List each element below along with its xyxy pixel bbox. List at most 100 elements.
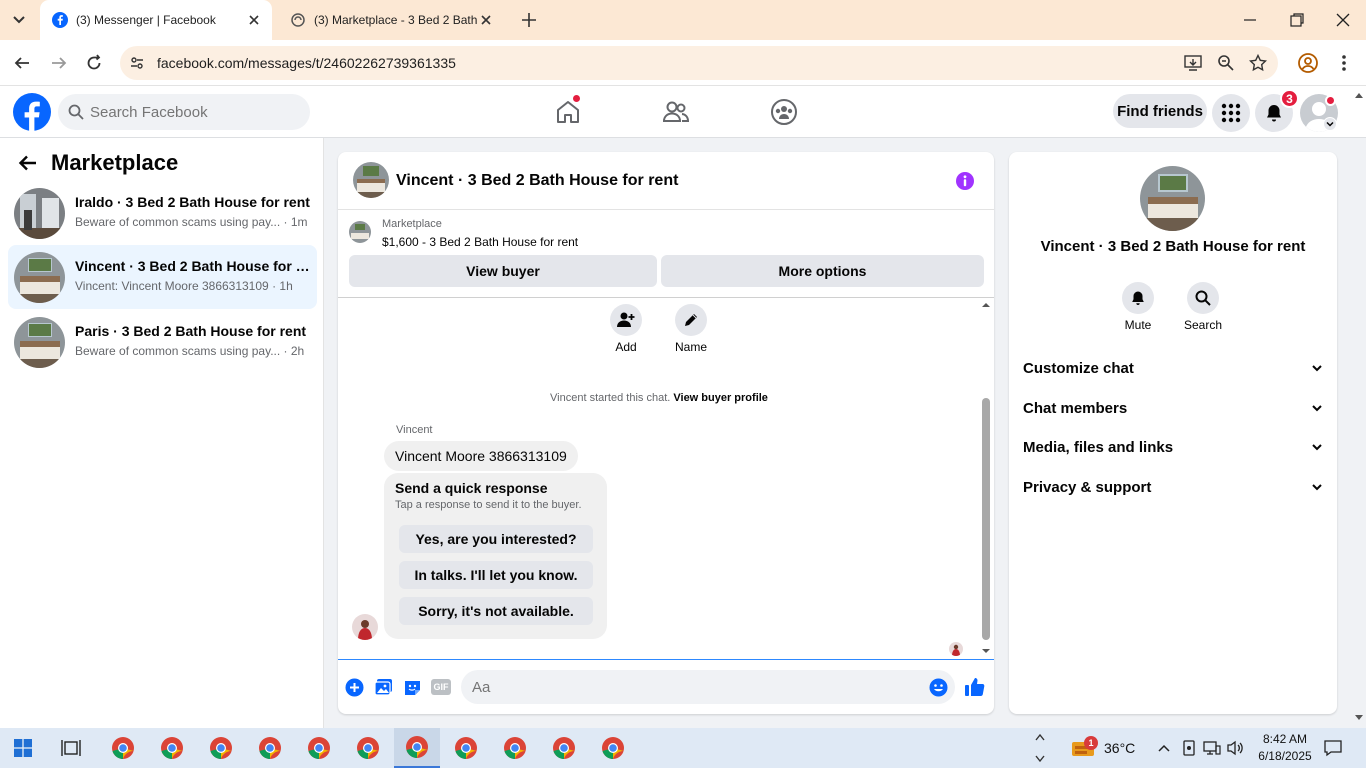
minimize-window-button[interactable] — [1242, 12, 1258, 28]
restore-window-button[interactable] — [1289, 12, 1305, 28]
chrome-taskbar-icon[interactable] — [590, 728, 636, 768]
page-title: Marketplace — [51, 150, 179, 175]
friends-nav-icon[interactable] — [662, 98, 690, 126]
view-buyer-button[interactable]: View buyer — [349, 255, 657, 287]
page-scrollbar[interactable] — [1352, 88, 1366, 728]
sticker-icon[interactable] — [403, 678, 422, 697]
customize-chat-section[interactable]: Customize chat — [1023, 350, 1323, 386]
attach-photo-icon[interactable] — [374, 678, 393, 697]
chat-panel: Vincent · 3 Bed 2 Bath House for rent Ma… — [338, 152, 994, 714]
close-tab-icon[interactable] — [478, 12, 494, 28]
search-in-chat-button[interactable] — [1187, 282, 1219, 314]
listing-thumbnail[interactable] — [349, 221, 371, 243]
back-arrow-icon[interactable] — [18, 153, 38, 173]
quick-response-subtitle: Tap a response to send it to the buyer. — [395, 499, 582, 511]
meet-now-icon[interactable] — [1182, 740, 1196, 756]
chrome-taskbar-icon-active[interactable] — [394, 728, 440, 768]
clock-time[interactable]: 8:42 AM — [1250, 732, 1320, 746]
chrome-taskbar-icon[interactable] — [492, 728, 538, 768]
close-tab-icon[interactable] — [246, 12, 262, 28]
conversation-item[interactable]: Paris · 3 Bed 2 Bath House for rent Bewa… — [8, 310, 317, 374]
quick-response-not-available-button[interactable]: Sorry, it's not available. — [399, 597, 593, 625]
browser-tab-strip: (3) Messenger | Facebook (3) Marketplace… — [0, 0, 1366, 40]
audio-favicon-icon — [290, 12, 306, 28]
conversation-avatar — [14, 317, 65, 368]
chat-avatar[interactable] — [353, 162, 389, 198]
chat-title[interactable]: Vincent · 3 Bed 2 Bath House for rent — [396, 172, 678, 190]
more-options-button[interactable]: More options — [661, 255, 984, 287]
chat-started-notice: Vincent started this chat. View buyer pr… — [550, 392, 768, 404]
add-people-button[interactable] — [610, 304, 642, 336]
privacy-support-section[interactable]: Privacy & support — [1023, 469, 1323, 505]
chrome-taskbar-icon[interactable] — [198, 728, 244, 768]
facebook-logo-icon[interactable] — [13, 93, 51, 131]
chrome-taskbar-icon[interactable] — [100, 728, 146, 768]
scrollbar-thumb[interactable] — [982, 398, 990, 640]
search-icon — [68, 104, 84, 120]
tab-title: (3) Marketplace - 3 Bed 2 Bath House for… — [314, 13, 480, 27]
chrome-taskbar-icon[interactable] — [247, 728, 293, 768]
task-view-icon[interactable] — [48, 728, 94, 768]
profile-icon[interactable] — [1297, 52, 1319, 74]
forward-arrow-icon[interactable] — [50, 54, 68, 72]
account-dropdown-chevron-icon[interactable] — [1323, 117, 1337, 131]
chat-info-avatar[interactable] — [1140, 166, 1205, 231]
facebook-search-input[interactable] — [90, 103, 290, 121]
message-bubble[interactable]: Vincent Moore 3866313109 — [384, 441, 578, 471]
conversation-item[interactable]: Iraldo · 3 Bed 2 Bath House for rent Bew… — [8, 181, 317, 245]
bookmark-star-icon[interactable] — [1249, 54, 1267, 72]
new-tab-button[interactable] — [520, 11, 538, 29]
gif-button[interactable]: GIF — [431, 679, 451, 695]
groups-nav-icon[interactable] — [770, 98, 798, 126]
chrome-taskbar-icon[interactable] — [296, 728, 342, 768]
site-info-icon[interactable] — [129, 55, 145, 71]
close-window-button[interactable] — [1335, 12, 1351, 28]
chat-members-section[interactable]: Chat members — [1023, 390, 1323, 426]
facebook-search-box[interactable] — [58, 94, 310, 130]
menu-grid-button[interactable] — [1212, 94, 1250, 132]
clock-date[interactable]: 6/18/2025 — [1250, 749, 1320, 763]
browser-tab-marketplace[interactable]: (3) Marketplace - 3 Bed 2 Bath House for… — [278, 0, 504, 40]
chrome-taskbar-icon[interactable] — [541, 728, 587, 768]
sender-avatar[interactable] — [352, 614, 378, 640]
mute-button[interactable] — [1122, 282, 1154, 314]
home-nav-icon[interactable] — [554, 95, 582, 126]
more-actions-plus-icon[interactable] — [345, 678, 364, 697]
back-arrow-icon[interactable] — [13, 54, 31, 72]
name-chat-button[interactable] — [675, 304, 707, 336]
windows-start-icon[interactable] — [0, 728, 46, 768]
notification-center-icon[interactable] — [1324, 739, 1342, 757]
find-friends-button[interactable]: Find friends — [1113, 94, 1207, 128]
browser-menu-icon[interactable] — [1336, 53, 1352, 73]
zoom-icon[interactable] — [1217, 54, 1235, 72]
emoji-icon[interactable] — [929, 678, 948, 697]
network-icon[interactable] — [1203, 740, 1221, 756]
search-label: Search — [1183, 318, 1223, 332]
volume-icon[interactable] — [1227, 740, 1245, 756]
quick-response-in-talks-button[interactable]: In talks. I'll let you know. — [399, 561, 593, 589]
like-thumbs-up-icon[interactable] — [964, 676, 986, 698]
reload-icon[interactable] — [85, 54, 103, 72]
chrome-taskbar-icon[interactable] — [443, 728, 489, 768]
address-bar[interactable]: facebook.com/messages/t/2460226273936133… — [120, 46, 1278, 80]
bell-icon — [1130, 290, 1146, 306]
view-buyer-profile-link[interactable]: View buyer profile — [673, 392, 768, 404]
install-app-icon[interactable] — [1184, 54, 1202, 72]
media-files-links-section[interactable]: Media, files and links — [1023, 429, 1323, 465]
tab-search-button[interactable] — [10, 12, 28, 28]
name-label: Name — [674, 340, 707, 354]
chrome-taskbar-icon[interactable] — [345, 728, 391, 768]
show-hidden-icons-chevron-icon[interactable] — [1157, 741, 1171, 755]
message-input[interactable] — [461, 670, 955, 704]
add-person-icon — [617, 311, 635, 329]
listing-title[interactable]: $1,600 - 3 Bed 2 Bath House for rent — [382, 235, 578, 249]
browser-tab-messenger[interactable]: (3) Messenger | Facebook — [40, 0, 272, 40]
chat-scrollbar[interactable] — [981, 300, 991, 656]
chrome-taskbar-icon[interactable] — [149, 728, 195, 768]
taskbar-scroll-arrows[interactable] — [1034, 730, 1046, 766]
quick-response-yes-button[interactable]: Yes, are you interested? — [399, 525, 593, 553]
temperature-text[interactable]: 36°C — [1104, 740, 1135, 756]
conversation-item-active[interactable]: Vincent · 3 Bed 2 Bath House for r... Vi… — [8, 245, 317, 309]
conversation-info-icon[interactable] — [955, 171, 975, 191]
marketplace-sidebar: Marketplace Iraldo · 3 Bed 2 Bath House … — [0, 138, 324, 728]
